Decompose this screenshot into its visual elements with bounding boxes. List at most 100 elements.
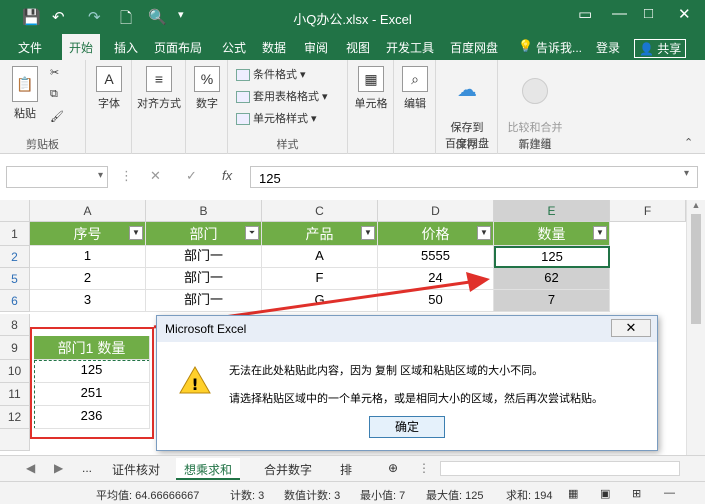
number-button[interactable]: % 数字 xyxy=(192,66,222,111)
cell-style-label: 单元格样式 xyxy=(253,113,308,125)
paste-icon: 📋 xyxy=(12,66,38,102)
status-numcount: 数值计数: 3 xyxy=(284,490,341,502)
share-icon: 👤 xyxy=(639,42,654,56)
collapse-ribbon-icon[interactable]: ⌃ xyxy=(684,136,693,149)
sheet-tab-bar: ◀ ▶ ... 证件核对 想乘求和 合并数字 排 ⊕ ⋮ xyxy=(0,455,705,481)
next-sheet-icon[interactable]: ▶ xyxy=(46,458,71,480)
tab-insert[interactable]: 插入 xyxy=(114,39,138,56)
sheet-overflow[interactable]: ... xyxy=(74,458,100,480)
align-group: ≡ 对齐方式 xyxy=(132,60,186,154)
edit-group: ⌕ 编辑 xyxy=(394,60,436,154)
tab-tell-me[interactable]: 告诉我... xyxy=(536,39,582,56)
normal-view-icon[interactable]: ▦ xyxy=(568,487,578,500)
cells-label: 单元格 xyxy=(354,98,388,110)
tab-home[interactable]: 开始 xyxy=(62,34,101,60)
share-button[interactable]: 👤 共享 xyxy=(634,39,687,58)
status-bar: 平均值: 64.66666667 计数: 3 数值计数: 3 最小值: 7 最大… xyxy=(0,481,705,504)
tab-formulas[interactable]: 公式 xyxy=(222,39,246,56)
tab-page-layout[interactable]: 页面布局 xyxy=(154,39,202,56)
tab-view[interactable]: 视图 xyxy=(346,39,370,56)
paste-button[interactable]: 📋 粘贴 xyxy=(8,66,42,121)
table-format-label: 套用表格格式 xyxy=(253,91,319,103)
tab-data[interactable]: 数据 xyxy=(262,39,286,56)
zoom-out-icon[interactable]: — xyxy=(664,487,675,499)
tab-split-icon[interactable]: ⋮ xyxy=(410,458,438,480)
tell-me-icon[interactable]: 💡 xyxy=(518,39,533,53)
tab-review[interactable]: 审阅 xyxy=(304,39,328,56)
dialog-title: Microsoft Excel xyxy=(157,316,657,342)
style-group: 条件格式 ▾ 套用表格格式 ▾ 单元格样式 ▾ 样式 xyxy=(228,60,348,154)
name-box-dropdown-icon[interactable]: ▾ xyxy=(98,170,103,181)
scroll-thumb[interactable] xyxy=(691,214,701,324)
new-group-label: 新建组 xyxy=(518,139,552,151)
status-max: 最大值: 125 xyxy=(426,490,484,502)
name-box[interactable]: ▾ xyxy=(6,166,108,188)
cells-icon: ▦ xyxy=(358,66,384,92)
formula-input[interactable]: 125 xyxy=(250,166,698,188)
add-sheet-icon[interactable]: ⊕ xyxy=(380,458,406,480)
dialog-close-button[interactable]: ✕ xyxy=(611,319,651,337)
title-bar: 💾 ↶ ↷ 🗋 🔍 ▾ 小Q办公.xlsx - Excel ▭ — □ ✕ xyxy=(0,0,705,34)
cond-format-icon xyxy=(236,69,250,82)
clipboard-group: 📋 粘贴 ✂ ⧉ 🖌 剪贴板 xyxy=(0,60,86,154)
paste-label: 粘贴 xyxy=(14,108,36,120)
sheet-tab-active[interactable]: 想乘求和 xyxy=(176,458,241,480)
sheet-tab[interactable]: 合并数字 xyxy=(256,458,320,480)
minimize-icon[interactable]: — xyxy=(612,5,627,22)
copy-icon[interactable]: ⧉ xyxy=(50,88,58,101)
font-icon: A xyxy=(96,66,122,92)
cond-format-button[interactable]: 条件格式 ▾ xyxy=(236,66,306,82)
number-group: % 数字 xyxy=(186,60,228,154)
table-format-button[interactable]: 套用表格格式 ▾ xyxy=(236,88,328,104)
arrow-head xyxy=(466,272,490,292)
prev-sheet-icon[interactable]: ◀ xyxy=(18,458,43,480)
cell-style-icon xyxy=(236,113,250,126)
font-button[interactable]: A 字体 xyxy=(94,66,124,111)
window-title: 小Q办公.xlsx - Excel xyxy=(293,12,412,27)
percent-icon: % xyxy=(194,66,220,92)
ok-button[interactable]: 确定 xyxy=(369,416,445,438)
cut-icon[interactable]: ✂ xyxy=(50,66,59,79)
clipboard-group-label: 剪贴板 xyxy=(26,139,59,151)
page-layout-view-icon[interactable]: ▣ xyxy=(600,487,610,500)
status-average: 平均值: 64.66666667 xyxy=(96,490,200,502)
cells-button[interactable]: ▦ 单元格 xyxy=(352,66,390,111)
sheet-tab[interactable]: 排 xyxy=(332,458,360,480)
tab-developer[interactable]: 开发工具 xyxy=(386,39,434,56)
style-group-label: 样式 xyxy=(276,139,299,151)
new-group: 比较和合并 工作簿 新建组 xyxy=(498,60,572,154)
page-break-view-icon[interactable]: ⊞ xyxy=(632,487,641,500)
cloud-icon: ☁ xyxy=(457,79,477,101)
cancel-icon[interactable]: ✕ xyxy=(150,168,161,184)
align-label: 对齐方式 xyxy=(137,98,181,110)
cond-format-label: 条件格式 xyxy=(253,69,297,81)
expand-formula-icon[interactable]: ▾ xyxy=(684,168,689,179)
dialog-message-1: 无法在此处粘贴此内容，因为 复制 区域和粘贴区域的大小不同。 xyxy=(229,365,544,377)
format-painter-icon[interactable]: 🖌 xyxy=(50,110,64,123)
horizontal-scrollbar[interactable] xyxy=(440,461,680,476)
status-sum: 求和: 194 xyxy=(506,490,553,502)
maximize-icon[interactable]: □ xyxy=(644,5,653,22)
tab-file[interactable]: 文件 xyxy=(18,39,42,56)
table-format-icon xyxy=(236,91,250,104)
compare-icon xyxy=(522,78,548,104)
status-count: 计数: 3 xyxy=(230,490,265,502)
fx-icon[interactable]: fx xyxy=(222,168,232,183)
sheet-tab[interactable]: 证件核对 xyxy=(104,458,168,480)
number-label: 数字 xyxy=(196,98,218,110)
enter-icon[interactable]: ✓ xyxy=(186,168,197,184)
tab-baidu[interactable]: 百度网盘 xyxy=(450,39,498,56)
formula-options-icon: ⋮ xyxy=(120,168,133,183)
error-dialog: Microsoft Excel ✕ ! 无法在此处粘贴此内容，因为 复制 区域和… xyxy=(156,315,658,451)
align-button[interactable]: ≡ 对齐方式 xyxy=(134,66,184,111)
close-icon[interactable]: ✕ xyxy=(678,5,691,23)
ribbon-options-icon[interactable]: ▭ xyxy=(578,5,592,23)
scroll-up-icon[interactable]: ▲ xyxy=(687,200,705,210)
font-group: A 字体 xyxy=(86,60,132,154)
edit-button[interactable]: ⌕ 编辑 xyxy=(400,66,430,111)
vertical-scrollbar[interactable]: ▲ xyxy=(686,200,705,455)
svg-text:!: ! xyxy=(191,375,198,394)
dialog-message-2: 请选择粘贴区域中的一个单元格，或是相同大小的区域，然后再次尝试粘贴。 xyxy=(229,393,603,405)
cell-style-button[interactable]: 单元格样式 ▾ xyxy=(236,110,317,126)
tab-login[interactable]: 登录 xyxy=(596,39,620,56)
